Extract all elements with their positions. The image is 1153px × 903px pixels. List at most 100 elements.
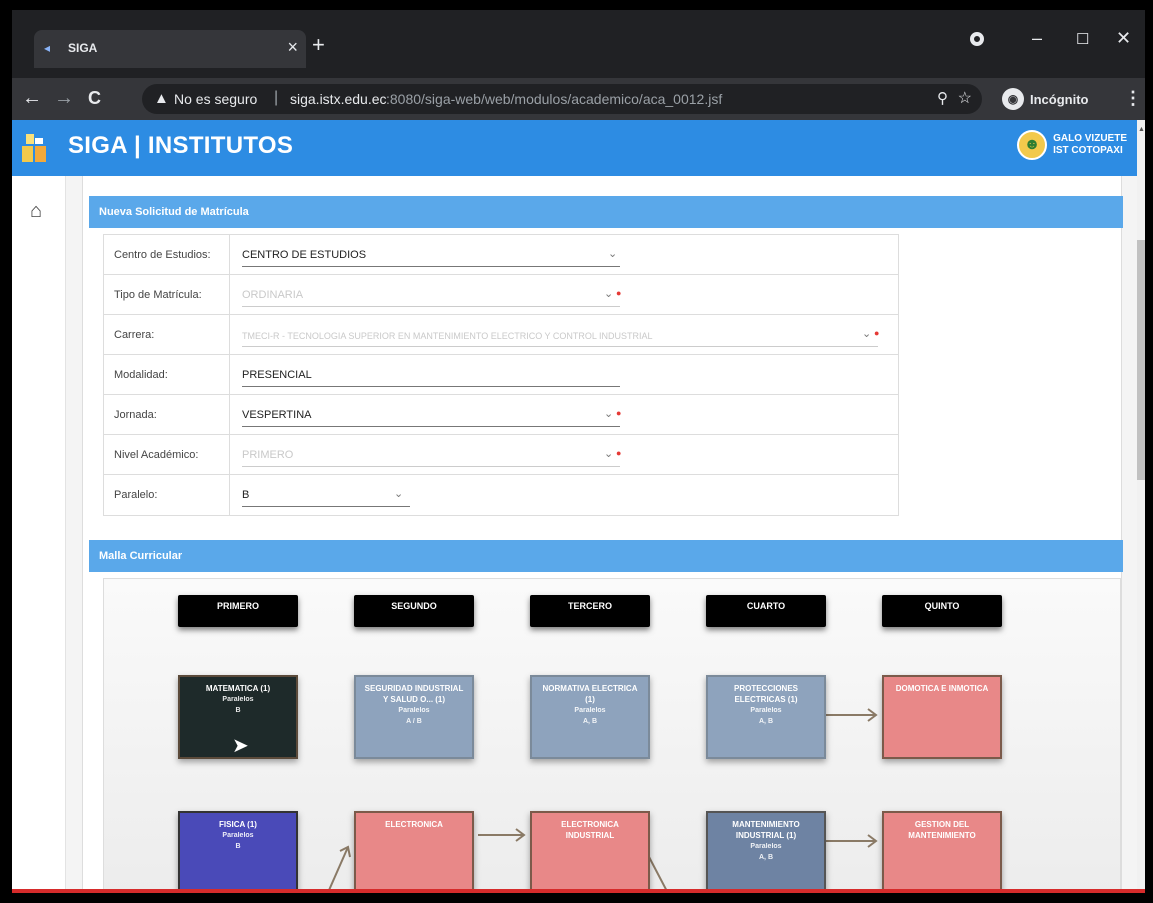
- course-card[interactable]: MANTENIMIENTO INDUSTRIAL (1) Paralelos A…: [706, 811, 826, 893]
- course-title: MANTENIMIENTO INDUSTRIAL (1): [732, 820, 800, 840]
- chevron-down-icon[interactable]: ⌄: [604, 407, 613, 420]
- course-paralelos-label: Paralelos: [398, 707, 430, 714]
- incognito-indicator[interactable]: ◉ Incógnito: [1002, 87, 1089, 111]
- tab-close-icon[interactable]: ×: [287, 38, 298, 56]
- browser-window: ◂ SIGA × + – ☐ ✕ ← → C ▲ No es seguro | …: [12, 10, 1145, 893]
- centro-select[interactable]: CENTRO DE ESTUDIOS: [242, 243, 620, 267]
- course-title: MATEMATICA (1): [205, 684, 271, 693]
- field-label: Modalidad:: [104, 355, 230, 395]
- course-paralelos-value: A / B: [406, 718, 422, 725]
- course-paralelos-value: A, B: [759, 718, 773, 725]
- user-org: IST COTOPAXI: [1053, 145, 1123, 156]
- course-card[interactable]: SEGURIDAD INDUSTRIAL Y SALUD O... (1) Pa…: [354, 675, 474, 759]
- minimize-button[interactable]: –: [1032, 28, 1042, 49]
- chevron-down-icon[interactable]: ⌄: [862, 327, 871, 340]
- tipo-matricula-select[interactable]: ORDINARIA: [242, 283, 620, 307]
- security-warning-icon[interactable]: ▲: [154, 90, 169, 107]
- side-nav: ⌂: [12, 176, 66, 893]
- form-row-tipo: Tipo de Matrícula: ORDINARIA ⌄ ●: [104, 275, 898, 315]
- course-title: ELECTRONICA INDUSTRIAL: [561, 820, 619, 840]
- course-title: ELECTRONICA: [385, 820, 443, 829]
- level-header-segundo: SEGUNDO: [354, 595, 474, 627]
- course-paralelos-value: A, B: [583, 718, 597, 725]
- form-row-modalidad: Modalidad: PRESENCIAL: [104, 355, 898, 395]
- zoom-icon[interactable]: ⚲: [937, 89, 948, 107]
- app-header: SIGA | INSTITUTOS ☻ GALO VIZUETE IST COT…: [12, 120, 1137, 176]
- course-paralelos-label: Paralelos: [574, 707, 606, 714]
- chevron-down-icon[interactable]: ⌄: [394, 487, 403, 500]
- user-name: GALO VIZUETE: [1053, 133, 1127, 144]
- tab-strip: ◂ SIGA × + – ☐ ✕: [12, 10, 1145, 78]
- field-label: Carrera:: [104, 315, 230, 355]
- form-row-carrera: Carrera: TMECI-R - TECNOLOGIA SUPERIOR E…: [104, 315, 898, 355]
- course-card[interactable]: FISICA (1) Paralelos B: [178, 811, 298, 893]
- url-host: siga.istx.edu.ec: [290, 91, 387, 107]
- course-paralelos-value: A, B: [759, 854, 773, 861]
- course-paralelos-label: Paralelos: [750, 843, 782, 850]
- course-card[interactable]: PROTECCIONES ELECTRICAS (1) Paralelos A,…: [706, 675, 826, 759]
- security-label[interactable]: No es seguro: [174, 91, 257, 107]
- required-marker: ●: [616, 448, 622, 458]
- course-paralelos-label: Paralelos: [750, 707, 782, 714]
- course-title: GESTION DEL MANTENIMIENTO: [908, 820, 976, 840]
- incognito-icon: ◉: [1002, 88, 1024, 110]
- course-card[interactable]: NORMATIVA ELECTRICA (1) Paralelos A, B: [530, 675, 650, 759]
- course-title: DOMOTICA E INMOTICA: [895, 684, 989, 693]
- page-scrollbar[interactable]: ▲: [1137, 120, 1145, 893]
- form-panel-header: Nueva Solicitud de Matrícula: [89, 196, 1123, 228]
- reload-button[interactable]: C: [88, 88, 101, 108]
- nivel-select[interactable]: PRIMERO: [242, 443, 620, 467]
- modalidad-field[interactable]: PRESENCIAL: [242, 363, 620, 387]
- field-label: Jornada:: [104, 395, 230, 435]
- course-card[interactable]: ELECTRONICA: [354, 811, 474, 893]
- required-marker: ●: [874, 328, 880, 338]
- jornada-select[interactable]: VESPERTINA: [242, 403, 620, 427]
- field-label: Nivel Académico:: [104, 435, 230, 475]
- carrera-select[interactable]: TMECI-R - TECNOLOGIA SUPERIOR EN MANTENI…: [242, 323, 878, 347]
- back-button[interactable]: ←: [22, 88, 42, 108]
- course-paralelos-label: Paralelos: [222, 832, 254, 839]
- form-row-jornada: Jornada: VESPERTINA ⌄ ●: [104, 395, 898, 435]
- mouse-cursor-icon: ➤: [232, 735, 249, 757]
- enrollment-form: Centro de Estudios: CENTRO DE ESTUDIOS ⌄…: [103, 234, 899, 516]
- main-content: Nueva Solicitud de Matrícula Centro de E…: [66, 176, 1137, 893]
- scrollbar-thumb[interactable]: [1137, 240, 1145, 480]
- field-label: Tipo de Matrícula:: [104, 275, 230, 315]
- maximize-button[interactable]: ☐: [1076, 30, 1089, 48]
- avatar: ☻: [1017, 130, 1048, 160]
- window-close-button[interactable]: ✕: [1116, 28, 1131, 49]
- bottom-red-border: [12, 889, 1145, 893]
- course-card[interactable]: ELECTRONICA INDUSTRIAL: [530, 811, 650, 893]
- course-paralelos-value: B: [235, 843, 241, 850]
- tab-search-icon[interactable]: [970, 32, 984, 46]
- course-card[interactable]: DOMOTICA E INMOTICA: [882, 675, 1002, 759]
- browser-toolbar: ← → C ▲ No es seguro | siga.istx.edu.ec …: [12, 78, 1145, 120]
- tab-siga[interactable]: ◂ SIGA ×: [34, 30, 306, 68]
- field-label: Paralelo:: [104, 475, 230, 515]
- address-bar[interactable]: ▲ No es seguro | siga.istx.edu.ec :8080/…: [142, 84, 982, 114]
- favicon-icon: ◂: [44, 41, 51, 55]
- course-paralelos-value: B: [235, 707, 241, 714]
- chevron-down-icon[interactable]: ⌄: [604, 447, 613, 460]
- scroll-up-icon[interactable]: ▲: [1138, 126, 1145, 133]
- paralelo-select[interactable]: B: [242, 483, 410, 507]
- new-tab-button[interactable]: +: [312, 32, 325, 58]
- url-path: :8080/siga-web/web/modulos/academico/aca…: [386, 91, 723, 107]
- content-card: Nueva Solicitud de Matrícula Centro de E…: [82, 176, 1123, 893]
- level-header-primero: PRIMERO: [178, 595, 298, 627]
- malla-panel-header: Malla Curricular: [89, 540, 1123, 572]
- user-menu[interactable]: ☻ GALO VIZUETE IST COTOPAXI: [1017, 130, 1127, 160]
- field-label: Centro de Estudios:: [104, 235, 230, 275]
- bookmark-star-icon[interactable]: ☆: [958, 88, 972, 108]
- home-icon[interactable]: ⌂: [30, 200, 42, 223]
- chevron-down-icon[interactable]: ⌄: [604, 287, 613, 300]
- required-marker: ●: [616, 288, 622, 298]
- course-card[interactable]: GESTION DEL MANTENIMIENTO: [882, 811, 1002, 893]
- forward-button[interactable]: →: [54, 88, 74, 108]
- form-row-nivel: Nivel Académico: PRIMERO ⌄ ●: [104, 435, 898, 475]
- form-row-paralelo: Paralelo: B ⌄: [104, 475, 898, 515]
- level-header-tercero: TERCERO: [530, 595, 650, 627]
- chevron-down-icon[interactable]: ⌄: [608, 247, 617, 260]
- level-header-quinto: QUINTO: [882, 595, 1002, 627]
- browser-menu-icon[interactable]: ⋮: [1124, 88, 1142, 109]
